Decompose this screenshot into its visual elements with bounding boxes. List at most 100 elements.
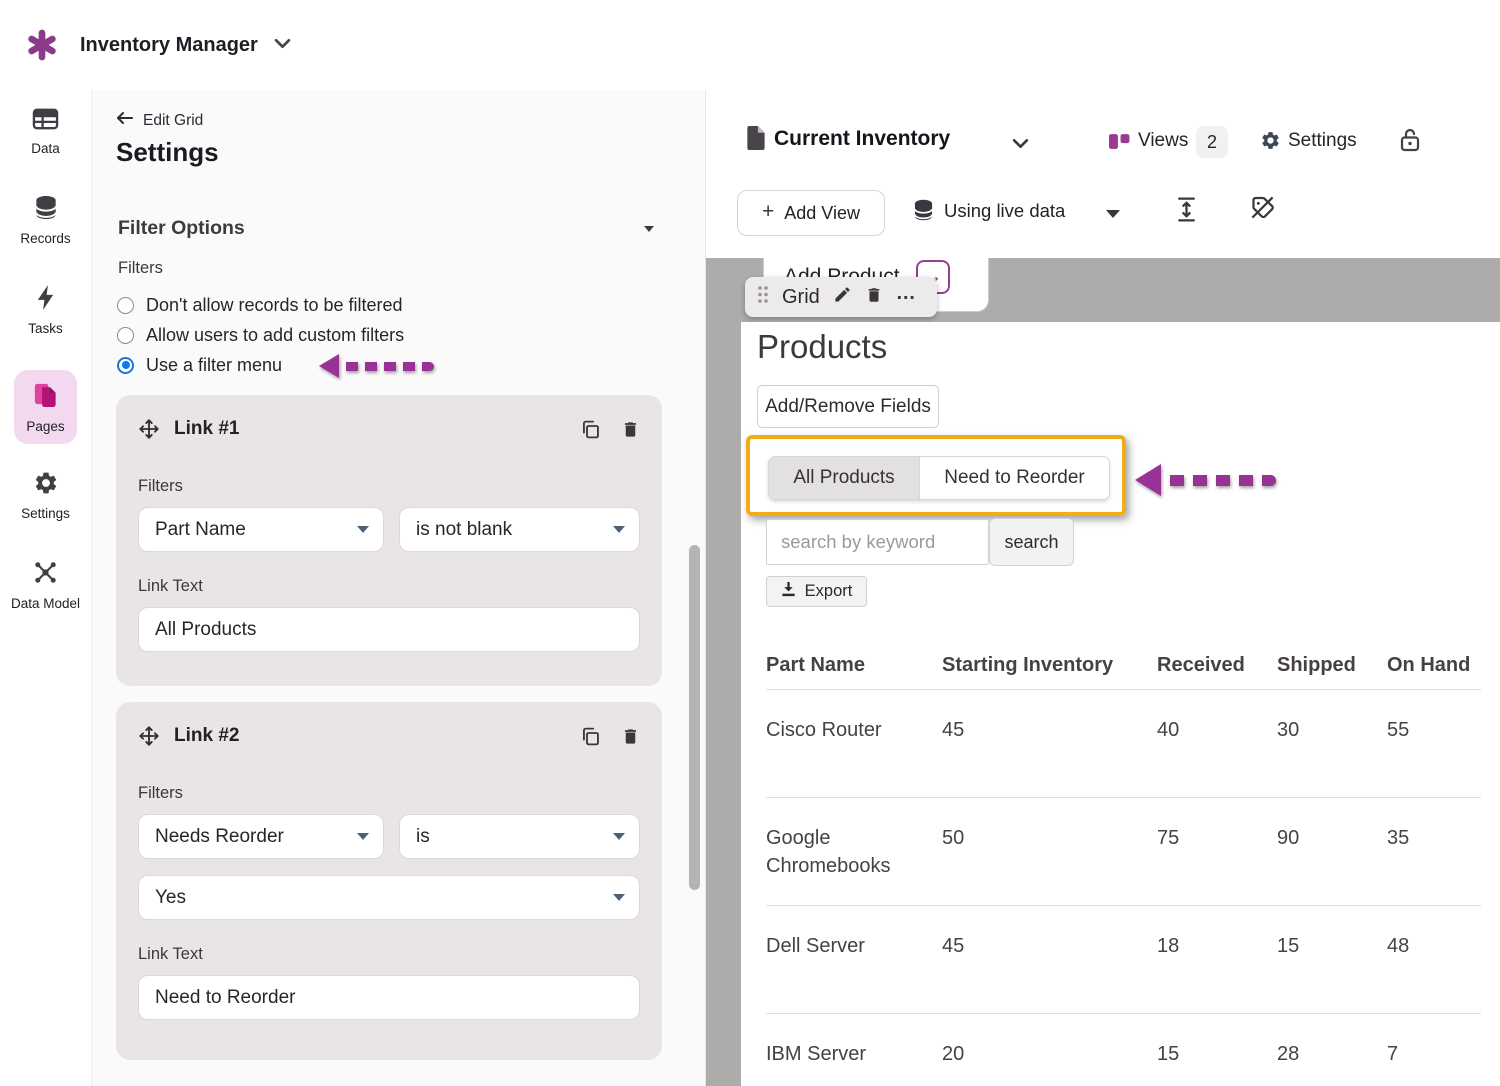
lightning-bolt-icon bbox=[35, 284, 56, 316]
lock-icon[interactable] bbox=[1398, 126, 1422, 159]
annotation-arrow-filter-menu bbox=[319, 354, 434, 378]
filter-tab-all-products[interactable]: All Products bbox=[769, 457, 919, 499]
sidebar-label-records: Records bbox=[20, 231, 70, 246]
filter-tab-need-to-reorder[interactable]: Need to Reorder bbox=[919, 457, 1109, 499]
network-nodes-icon bbox=[32, 559, 59, 591]
filter-value-dropdown[interactable]: Yes bbox=[138, 875, 640, 920]
sidebar-item-data[interactable]: Data bbox=[23, 103, 68, 160]
views-count-badge: 2 bbox=[1196, 126, 1228, 158]
filter-options-title: Filter Options bbox=[118, 217, 245, 240]
settings-panel-scrollbar[interactable] bbox=[689, 545, 700, 890]
grid-view-toolbar-chip: Grid … bbox=[745, 277, 937, 317]
link-text-input[interactable]: Need to Reorder bbox=[138, 975, 640, 1020]
radio-option-custom-filters[interactable]: Allow users to add custom filters bbox=[117, 324, 404, 346]
sidebar-label-tasks: Tasks bbox=[28, 321, 63, 336]
top-bar: Inventory Manager bbox=[0, 0, 1500, 90]
sidebar-item-tasks[interactable]: Tasks bbox=[20, 280, 71, 340]
sidebar-item-settings[interactable]: Settings bbox=[13, 466, 78, 525]
views-label[interactable]: Views bbox=[1138, 130, 1188, 152]
app-menu-chevron-down-icon[interactable] bbox=[274, 36, 291, 54]
app-logo-asterisk-icon[interactable] bbox=[26, 29, 58, 61]
views-icon bbox=[1108, 131, 1131, 157]
radio-option-filter-menu[interactable]: Use a filter menu bbox=[117, 354, 282, 376]
tag-slash-icon[interactable] bbox=[1249, 194, 1276, 226]
drag-dots-icon[interactable] bbox=[757, 285, 769, 309]
col-part-name[interactable]: Part Name bbox=[766, 634, 942, 690]
back-link-label: Edit Grid bbox=[143, 112, 203, 130]
more-options-icon[interactable]: … bbox=[896, 282, 917, 305]
table-row: IBM Server 20 15 28 7 bbox=[766, 1014, 1481, 1086]
inventory-table: Part Name Starting Inventory Received Sh… bbox=[766, 634, 1481, 1086]
add-remove-fields-button[interactable]: Add/Remove Fields bbox=[757, 385, 939, 428]
settings-gear-icon[interactable] bbox=[1260, 130, 1281, 156]
table-row: Cisco Router 45 40 30 55 bbox=[766, 690, 1481, 798]
link-text-label: Link Text bbox=[138, 945, 640, 964]
table-row: Google Chromebooks 50 75 90 35 bbox=[766, 798, 1481, 906]
export-button[interactable]: Export bbox=[766, 576, 867, 607]
col-starting-inventory[interactable]: Starting Inventory bbox=[942, 634, 1157, 690]
duplicate-icon[interactable] bbox=[580, 419, 601, 440]
radio-circle-selected[interactable] bbox=[117, 357, 134, 374]
filter-field-dropdown[interactable]: Part Name bbox=[138, 507, 384, 552]
expand-vertical-icon[interactable] bbox=[1174, 196, 1199, 228]
builder-settings-label[interactable]: Settings bbox=[1288, 130, 1357, 152]
sidebar-item-data-model[interactable]: Data Model bbox=[3, 555, 88, 615]
duplicate-icon[interactable] bbox=[580, 726, 601, 747]
sidebar-item-pages[interactable]: Pages bbox=[14, 370, 76, 444]
collapse-caret-icon[interactable] bbox=[644, 226, 654, 232]
col-shipped[interactable]: Shipped bbox=[1277, 634, 1387, 690]
link-text-input[interactable]: All Products bbox=[138, 607, 640, 652]
trash-icon[interactable] bbox=[621, 726, 640, 747]
gear-icon bbox=[33, 470, 59, 501]
page-file-icon bbox=[744, 124, 767, 157]
left-nav-sidebar: Data Records Tasks Pages Settings Data M… bbox=[0, 90, 91, 1086]
move-handle-icon[interactable] bbox=[138, 725, 160, 747]
filter-operator-dropdown[interactable]: is bbox=[399, 814, 640, 859]
radio-option-no-filtering[interactable]: Don't allow records to be filtered bbox=[117, 294, 403, 316]
filter-menu-tabs: All Products Need to Reorder bbox=[768, 456, 1110, 500]
trash-icon[interactable] bbox=[621, 419, 640, 440]
filter-link-card-1: Link #1 Filters Part Name is not blank L… bbox=[116, 395, 662, 686]
builder-page-title: Current Inventory bbox=[774, 127, 950, 151]
back-to-edit-grid-link[interactable]: Edit Grid bbox=[116, 111, 203, 130]
page-chevron-down-icon[interactable] bbox=[1012, 136, 1029, 154]
delete-trash-icon[interactable] bbox=[865, 285, 883, 310]
link-card-title: Link #2 bbox=[174, 725, 239, 747]
page-preview: Products Add/Remove Fields All Products … bbox=[741, 322, 1500, 1086]
grid-settings-panel: Edit Grid Settings Filter Options Filter… bbox=[91, 90, 706, 1086]
annotation-arrow-filter-tabs bbox=[1135, 464, 1276, 496]
sidebar-label-data-model: Data Model bbox=[11, 596, 80, 611]
edit-pencil-icon[interactable] bbox=[833, 285, 852, 309]
col-received[interactable]: Received bbox=[1157, 634, 1277, 690]
plus-icon: + bbox=[762, 200, 774, 224]
back-arrow-icon bbox=[116, 111, 134, 130]
live-data-database-icon bbox=[912, 198, 935, 227]
panel-title: Settings bbox=[116, 137, 219, 168]
search-button[interactable]: search bbox=[989, 518, 1074, 566]
using-live-data-dropdown[interactable]: Using live data bbox=[944, 200, 1065, 222]
link-card-title: Link #1 bbox=[174, 418, 239, 440]
move-handle-icon[interactable] bbox=[138, 418, 160, 440]
filter-operator-dropdown[interactable]: is not blank bbox=[399, 507, 640, 552]
live-preview-backdrop: Add Product → Grid … Products Add/Remove… bbox=[706, 258, 1500, 1086]
table-grid-icon bbox=[32, 107, 59, 136]
sidebar-label-data: Data bbox=[31, 141, 60, 156]
radio-circle[interactable] bbox=[117, 327, 134, 344]
filter-options-section-header[interactable]: Filter Options bbox=[118, 217, 654, 240]
radio-circle[interactable] bbox=[117, 297, 134, 314]
table-header-row: Part Name Starting Inventory Received Sh… bbox=[766, 634, 1481, 690]
search-input[interactable] bbox=[766, 519, 989, 565]
pages-icon bbox=[32, 380, 59, 414]
card-filters-label: Filters bbox=[138, 477, 640, 496]
page-builder-area: Current Inventory Views 2 Settings + Add… bbox=[706, 90, 1500, 1086]
col-on-hand[interactable]: On Hand bbox=[1387, 634, 1481, 690]
card-filters-label: Filters bbox=[138, 784, 640, 803]
filter-link-card-2: Link #2 Filters Needs Reorder is Yes Lin… bbox=[116, 702, 662, 1060]
filter-field-dropdown[interactable]: Needs Reorder bbox=[138, 814, 384, 859]
sidebar-item-records[interactable]: Records bbox=[12, 190, 78, 250]
add-view-button[interactable]: + Add View bbox=[737, 190, 885, 236]
sidebar-label-settings: Settings bbox=[21, 506, 70, 521]
download-icon bbox=[781, 581, 796, 602]
grid-chip-label: Grid bbox=[782, 286, 820, 309]
live-data-caret-icon[interactable] bbox=[1106, 210, 1120, 218]
